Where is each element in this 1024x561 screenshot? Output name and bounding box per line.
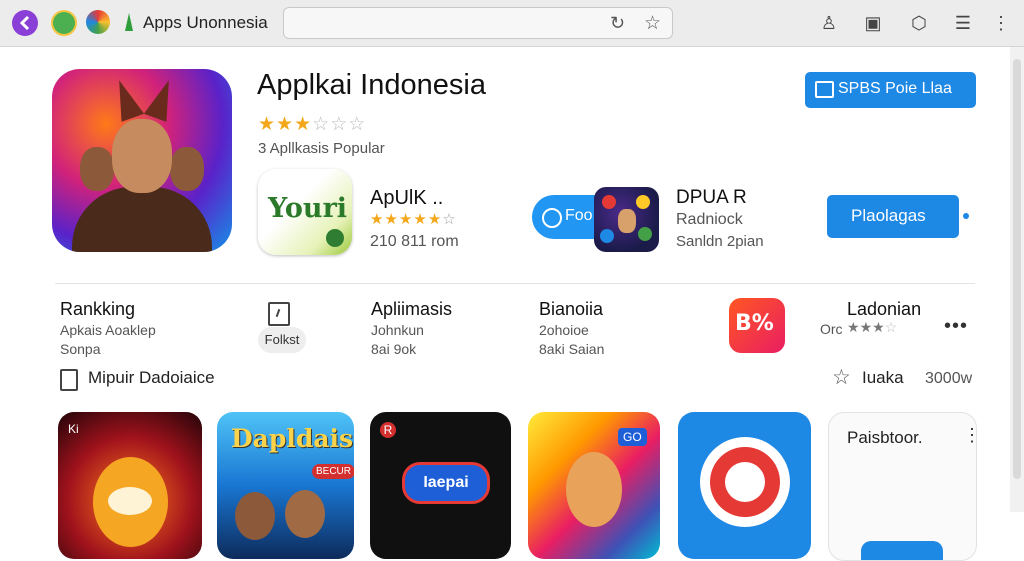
hero-app-icon[interactable] [52,69,232,252]
section-line: 8ai 9ok [371,341,417,357]
tile-badge: GO [618,428,647,446]
app-subtitle: 3 Apllkasis Popular [258,140,385,157]
indicator-dot [963,213,969,219]
star-filled-icon: ★ [413,211,428,228]
info-icon [60,369,78,391]
section-title-biannual[interactable]: Bianoiia [539,299,603,320]
section-prefix: Orc [820,321,843,337]
tile-badge: BECUR [312,464,354,479]
extension-icon[interactable] [51,10,77,36]
star-empty-icon: ☆ [312,114,331,135]
store-page: Applkai Indonesia ★★★☆☆☆ 3 Apllkasis Pop… [0,47,1010,561]
star-rating: ★★★☆☆☆ [258,113,366,136]
section-title-ladonian[interactable]: Ladonian [847,299,921,320]
row-heading: Mipuir Dadoiaice [88,368,215,387]
game-app-title[interactable]: DPUA R [676,187,747,209]
star-empty-icon: ☆ [884,319,898,335]
primary-action-button[interactable]: SPBS Poie Llaa [805,72,976,108]
tile-title: Dapldais [231,424,354,453]
star-filled-icon: ★ [294,114,313,135]
reload-icon[interactable]: ↻ [610,13,625,34]
app-tile[interactable]: Ki [58,412,202,559]
back-button[interactable] [12,10,38,36]
tab-title[interactable]: Apps Unonnesia [143,13,268,33]
star-empty-icon: ☆ [442,211,457,228]
color-wheel-icon[interactable] [86,10,110,34]
section-line: Apkais Aoaklep [60,322,156,338]
tile-badge: R [380,422,396,438]
scrollbar[interactable] [1010,47,1024,512]
star-filled-icon: ★ [872,319,885,335]
app-title: Applkai Indonesia [257,69,486,101]
globe-icon [542,208,562,228]
app-tile[interactable] [678,412,811,559]
section-line: Johnkun [371,322,424,338]
more-options-icon[interactable]: ⋮ [963,425,976,446]
tile-label: Iaepai [402,462,490,504]
tile-badge: Ki [68,422,79,436]
shield-icon[interactable]: ⬡ [908,12,930,34]
star-filled-icon: ★ [258,114,277,135]
section-line: 2ohoioe [539,322,589,338]
tile-title: Paisbtoor. [847,428,923,447]
featured-app-title[interactable]: ApUlK .. [370,187,443,210]
tile-button[interactable] [861,541,943,560]
browser-toolbar: Apps Unonnesia ↻ ☆ ♙ ▣ ⬡ ☰ ⋮ [0,0,1024,47]
ring-logo-icon [700,437,790,527]
percent-app-icon[interactable]: B% [729,298,785,353]
bookmark-star-icon[interactable]: ☆ [644,12,661,35]
game-app-meta: Sanldn 2pian [676,233,764,250]
app-tile[interactable]: Paisbtoor. ⋮ [828,412,977,561]
section-button[interactable]: Folkst [258,327,306,353]
star-filled-icon: ★ [859,319,873,335]
row-right-count: 3000w [925,370,973,387]
star-filled-icon: ★ [384,211,399,228]
star-filled-icon: ★ [370,211,385,228]
app-tile[interactable]: GO [528,412,660,559]
address-bar[interactable]: ↻ ☆ [283,7,673,39]
scroll-thumb[interactable] [1013,59,1021,479]
section-line: 8aki Saian [539,341,605,357]
featured-app-stars: ★★★★★☆ [370,210,457,228]
folder-icon[interactable]: ▣ [862,12,884,34]
star-outline-icon[interactable]: ☆ [832,365,851,390]
star-filled-icon: ★ [847,319,860,335]
star-empty-icon: ☆ [348,114,367,135]
chevron-left-icon [19,16,30,30]
more-options-icon[interactable]: ••• [944,315,968,338]
file-icon [268,302,290,326]
divider [55,283,975,284]
bookmark-icon [125,13,133,31]
secondary-action-button[interactable]: Plaolagas [827,195,959,238]
window-icon [815,81,834,98]
row-right-label[interactable]: Iuaka [862,368,904,388]
star-filled-icon: ★ [276,114,295,135]
category-pill[interactable]: Foo [532,195,602,239]
star-filled-icon: ★ [398,211,414,228]
game-app-icon[interactable] [594,187,659,252]
menu-icon[interactable]: ⋮ [990,12,1012,34]
document-icon[interactable]: ☰ [952,12,974,34]
app-tile[interactable]: Dapldais BECUR [217,412,354,559]
game-app-developer: Radniock [676,211,743,228]
star-filled-icon: ★ [427,211,443,228]
person-icon[interactable]: ♙ [818,12,840,34]
section-stars: ★★★☆ [847,319,897,336]
section-line: Sonpa [60,341,101,357]
featured-app-meta: 210 811 rom [370,233,459,250]
section-title-ranking[interactable]: Rankking [60,299,135,320]
app-tile[interactable]: R Iaepai [370,412,511,559]
section-title-apps[interactable]: Apliimasis [371,299,452,320]
star-empty-icon: ☆ [330,114,349,135]
featured-app-icon[interactable]: Youri [258,169,352,255]
